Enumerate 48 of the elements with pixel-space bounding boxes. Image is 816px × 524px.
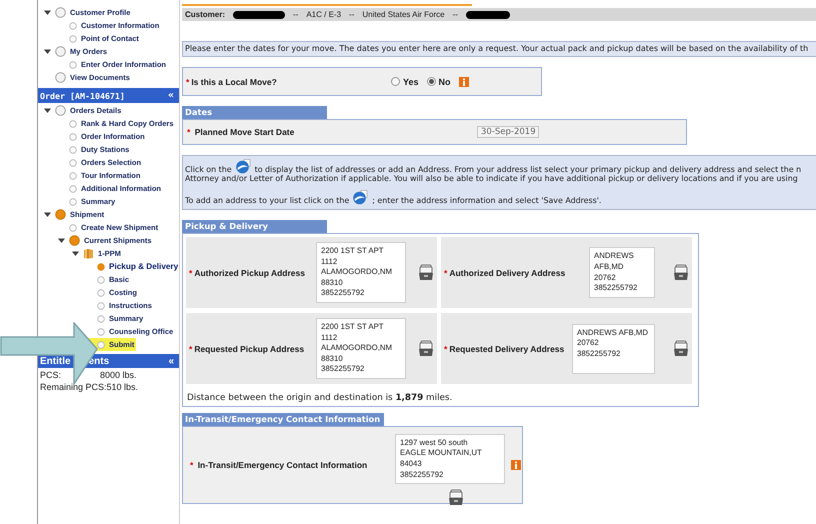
entitlement-value: 8000 lbs. <box>100 370 137 380</box>
radio-button[interactable] <box>426 77 436 86</box>
panel-title: Order [AM-104671] <box>40 90 125 100</box>
customer-detail: A1C / E-3 <box>306 10 342 19</box>
expand-toggle-icon[interactable] <box>43 47 52 56</box>
expand-toggle-icon[interactable] <box>57 236 66 245</box>
customer-detail: United States Air Force <box>362 10 445 19</box>
section-header: Pickup & Delivery <box>182 220 327 233</box>
redaction-mark <box>233 10 286 18</box>
entitlement-text: Remaining PCS:510 lbs. <box>40 382 138 392</box>
card-file-icon[interactable] <box>418 264 434 281</box>
notice-text: Please enter the dates for your move. The dates you enter here are only a request. Your actual pack and pickup dates will be based on the availability of th <box>182 41 816 57</box>
card-file-icon[interactable] <box>673 264 689 281</box>
globe-icon <box>352 190 370 205</box>
field-label: * Requested Delivery Address <box>444 344 566 354</box>
customer-detail: -- <box>452 10 458 19</box>
section-header: Dates <box>182 106 327 119</box>
card-file-icon[interactable] <box>418 340 434 357</box>
distance-text: Distance between the origin and destination is 1,879 miles. <box>186 393 454 403</box>
expand-toggle-icon[interactable] <box>43 210 52 219</box>
card-file-icon[interactable] <box>673 340 689 357</box>
panel-title: ents <box>88 356 110 366</box>
customer-label: Customer: <box>185 10 226 19</box>
info-icon[interactable] <box>458 76 469 86</box>
field-label: * Authorized Pickup Address <box>189 268 306 278</box>
field-label: * Is this a Local Move? <box>186 76 278 86</box>
radio-label: Yes <box>403 76 419 86</box>
customer-detail: -- <box>349 10 354 19</box>
globe-icon <box>234 159 252 174</box>
card-file-icon[interactable] <box>448 489 464 506</box>
field-label: * Planned Move Start Date <box>187 127 296 137</box>
expand-toggle-icon[interactable] <box>71 249 80 258</box>
panel-title: Entitle <box>40 356 71 366</box>
field-label: * Authorized Delivery Address <box>444 268 566 278</box>
customer-detail: -- <box>293 10 298 19</box>
radio-label: No <box>438 76 451 86</box>
section-header: In-Transit/Emergency Contact Information <box>182 413 384 426</box>
collapse-button[interactable]: « <box>166 90 176 101</box>
radio-button[interactable] <box>391 77 400 86</box>
entitlement-label: PCS: <box>40 370 62 380</box>
tree-item[interactable]: Pickup & Delivery <box>85 260 180 273</box>
field-label: * Requested Pickup Address <box>189 344 306 354</box>
info-icon[interactable] <box>511 460 521 470</box>
collapse-button[interactable]: « <box>166 356 176 366</box>
expand-toggle-icon[interactable] <box>43 106 52 115</box>
field-label: * In-Transit/Emergency Contact Information <box>189 460 368 470</box>
expand-toggle-icon[interactable] <box>43 8 52 17</box>
redaction-mark <box>466 10 510 18</box>
